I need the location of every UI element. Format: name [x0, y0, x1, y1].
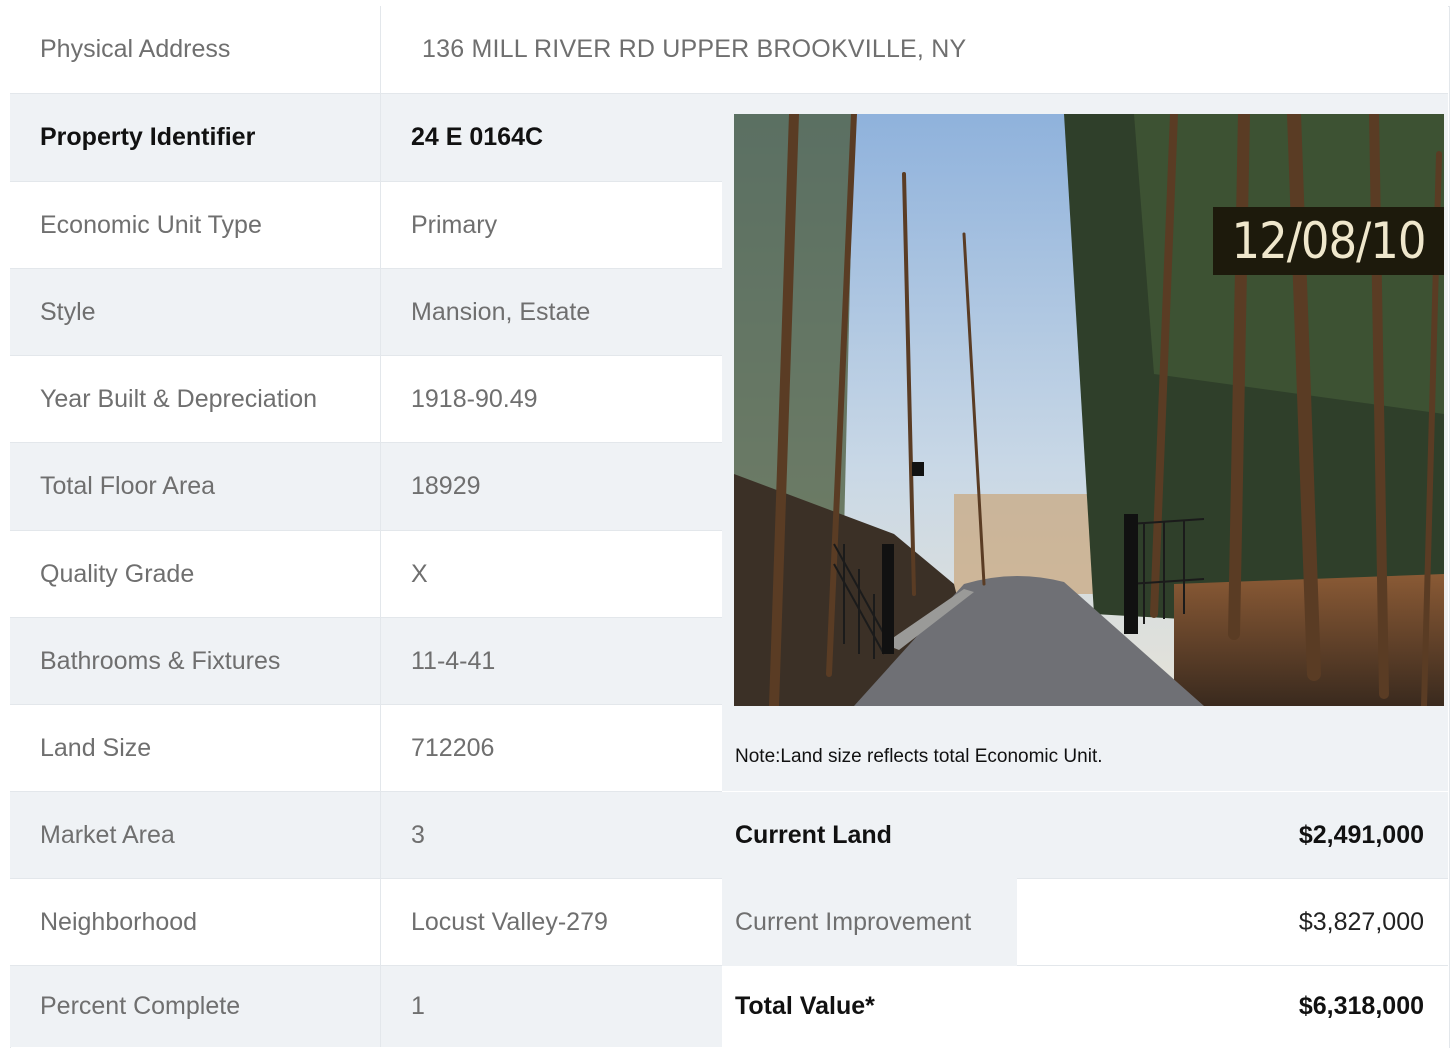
neighborhood-label: Neighborhood: [10, 879, 381, 966]
current-improvement-label: Current Improvement: [722, 879, 1017, 966]
quality-grade-label: Quality Grade: [10, 531, 381, 618]
land-size-label: Land Size: [10, 705, 381, 792]
neighborhood-value: Locust Valley-279: [381, 879, 722, 966]
current-land-value: $2,491,000: [1017, 792, 1448, 879]
style-value: Mansion, Estate: [381, 269, 722, 356]
percent-complete-label: Percent Complete: [10, 966, 381, 1047]
total-floor-area-label: Total Floor Area: [10, 443, 381, 531]
market-area-label: Market Area: [10, 792, 381, 879]
property-photo-image: [734, 114, 1444, 706]
property-identifier-value: 24 E 0164C: [381, 94, 722, 182]
property-identifier-label: Property Identifier: [10, 94, 381, 182]
year-built-value: 1918-90.49: [381, 356, 722, 443]
land-size-value: 712206: [381, 705, 722, 792]
bathrooms-fixtures-label: Bathrooms & Fixtures: [10, 618, 381, 705]
land-size-note: Note:Land size reflects total Economic U…: [735, 746, 1103, 767]
economic-unit-type-label: Economic Unit Type: [10, 182, 381, 269]
physical-address-value: 136 MILL RIVER RD UPPER BROOKVILLE, NY: [381, 6, 1448, 94]
economic-unit-type-value: Primary: [381, 182, 722, 269]
total-floor-area-value: 18929: [381, 443, 722, 531]
property-photo: 12/08/10: [734, 114, 1444, 706]
percent-complete-value: 1: [381, 966, 722, 1047]
bathrooms-fixtures-value: 11-4-41: [381, 618, 722, 705]
photo-date-stamp: 12/08/10: [1213, 207, 1444, 275]
total-value-label: Total Value*: [722, 966, 1017, 1047]
quality-grade-value: X: [381, 531, 722, 618]
market-area-value: 3: [381, 792, 722, 879]
style-label: Style: [10, 269, 381, 356]
year-built-label: Year Built & Depreciation: [10, 356, 381, 443]
current-land-label: Current Land: [722, 792, 1017, 879]
physical-address-label: Physical Address: [10, 6, 381, 94]
current-improvement-value: $3,827,000: [1017, 879, 1448, 966]
total-value-value: $6,318,000: [1017, 966, 1448, 1047]
